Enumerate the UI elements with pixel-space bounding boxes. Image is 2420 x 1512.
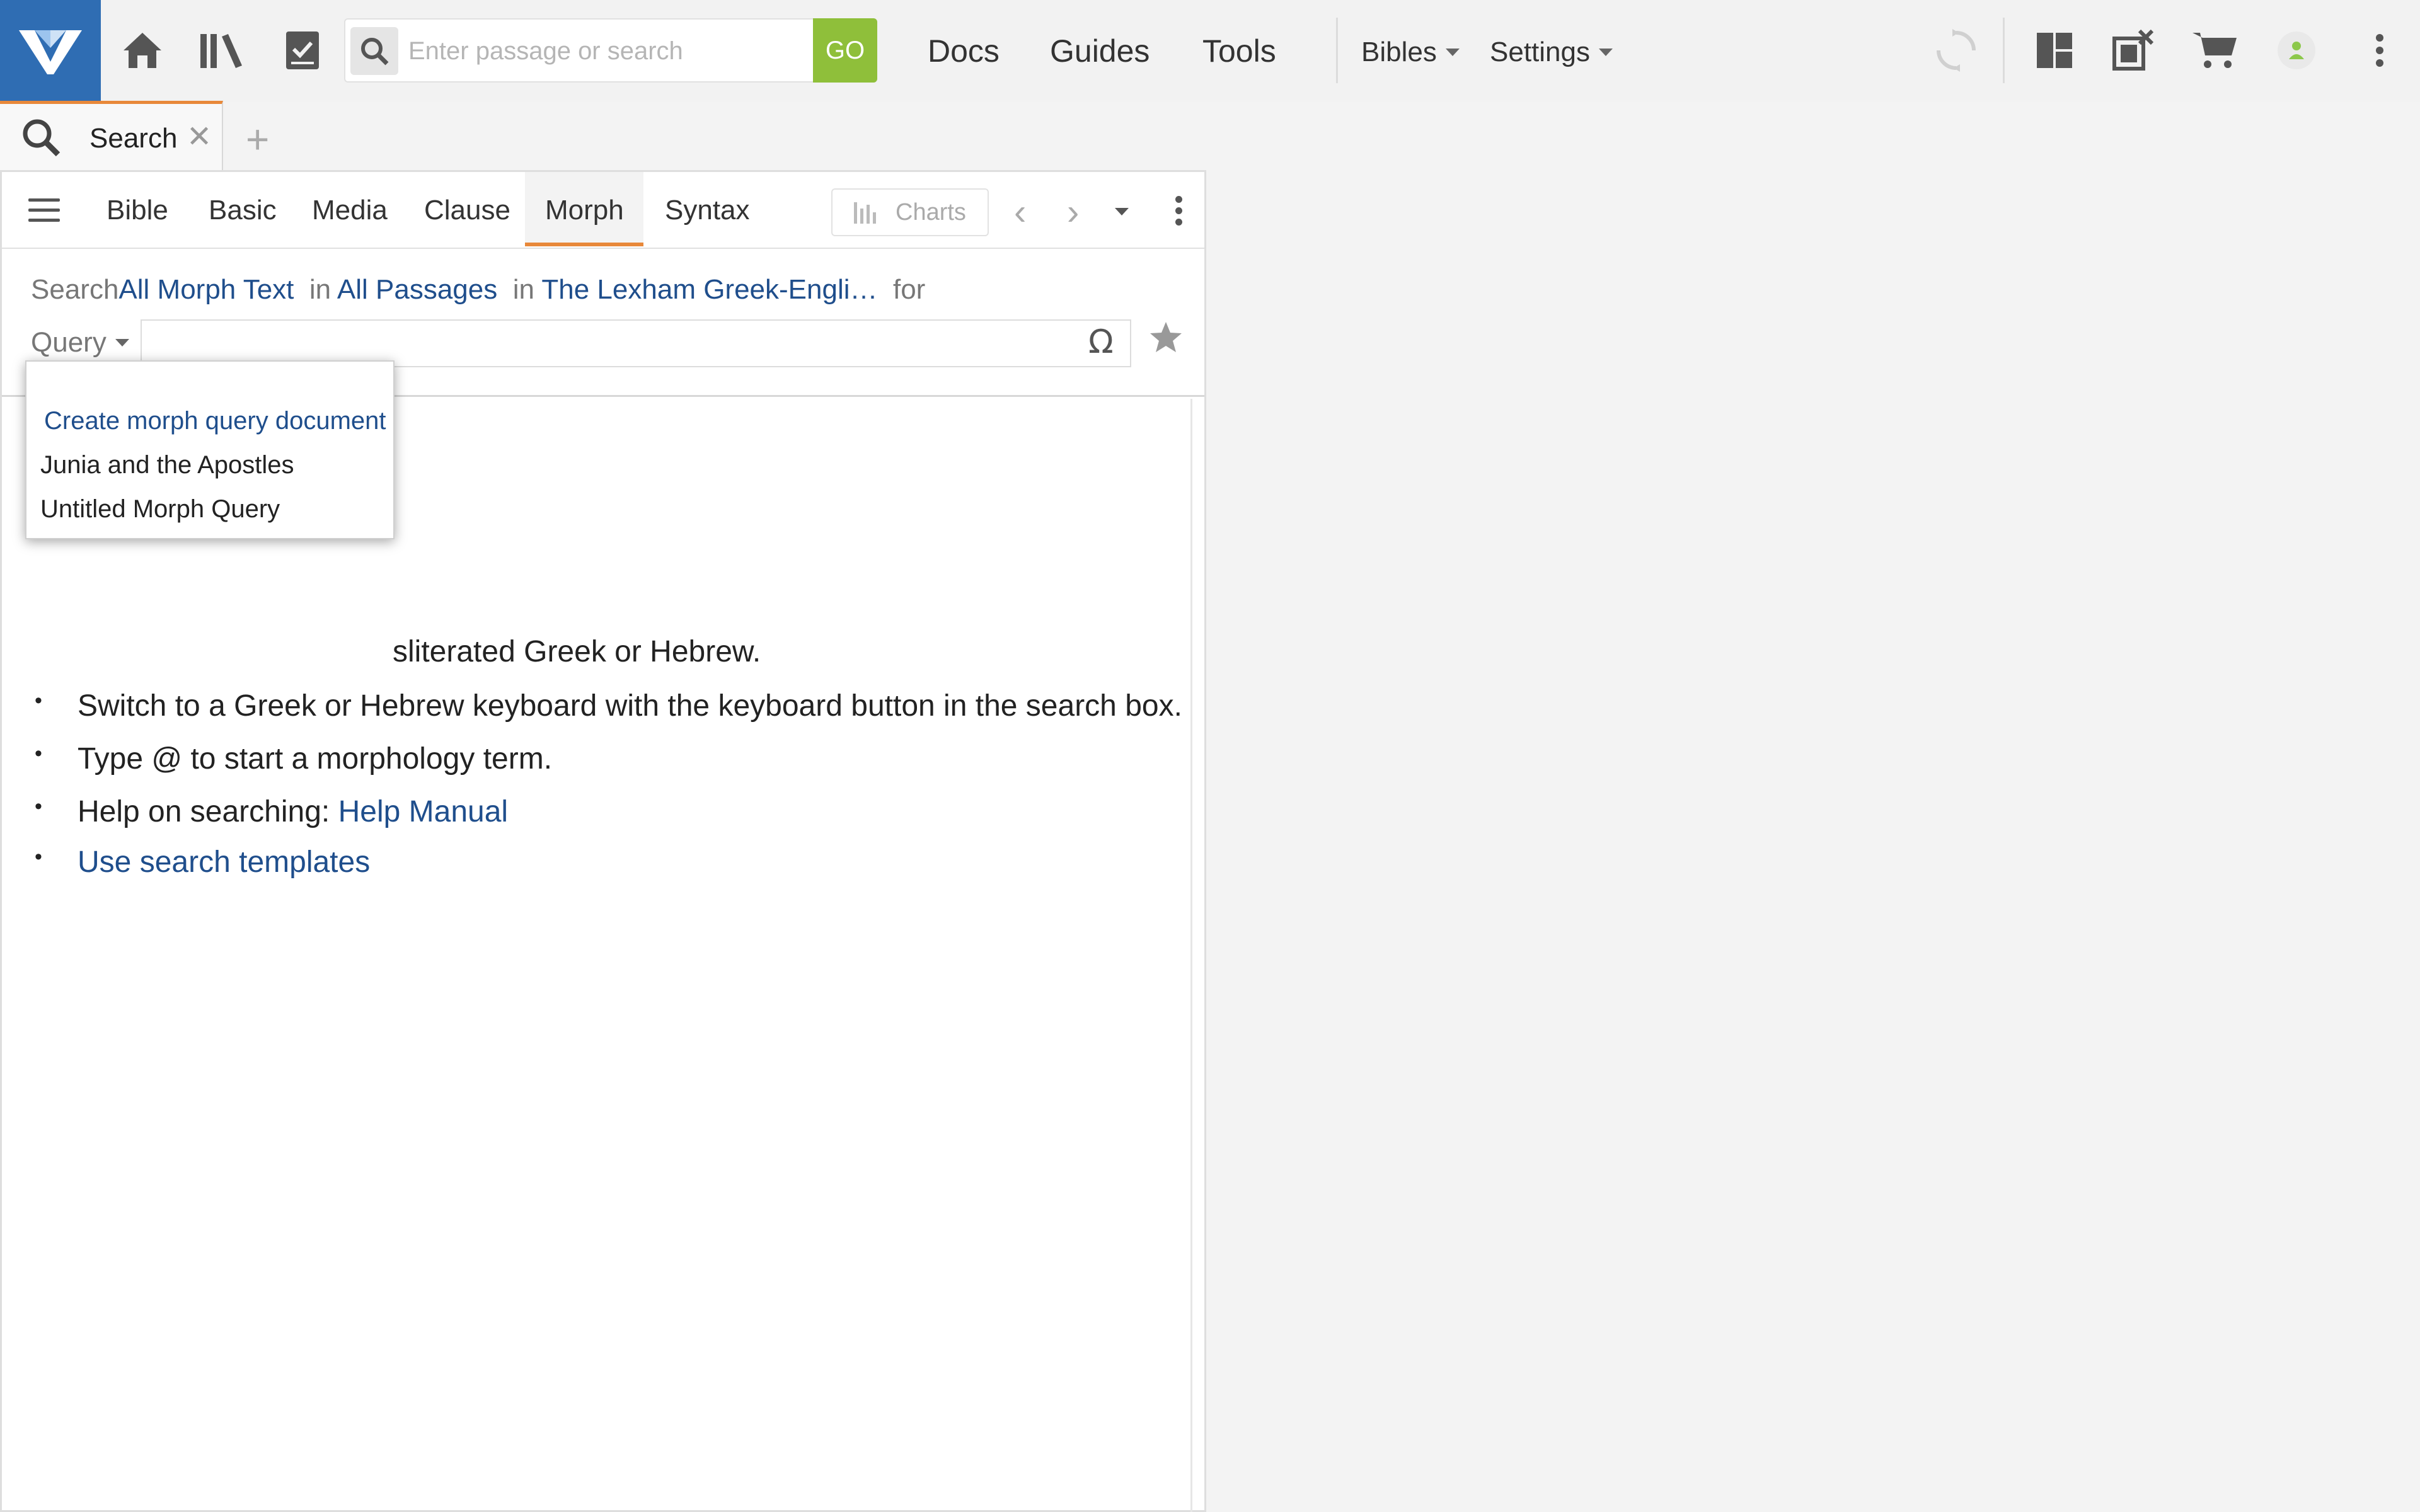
logo-icon — [19, 30, 82, 74]
help-manual-link[interactable]: Help Manual — [338, 795, 508, 828]
active-tab-indicator — [525, 243, 643, 246]
chevron-down-icon — [1445, 49, 1460, 56]
menu-icon[interactable] — [28, 198, 60, 229]
add-tab-button[interactable]: + — [246, 116, 269, 163]
passage-search-box: GO — [344, 18, 877, 83]
bullet: • — [35, 689, 42, 713]
logos-logo[interactable] — [0, 0, 101, 102]
resource-link[interactable]: The Lexham Greek-Engli… — [541, 274, 877, 305]
query-menu[interactable]: Query — [31, 327, 129, 358]
tip-text: Switch to a Greek or Hebrew keyboard wit… — [78, 689, 1182, 723]
bar-chart-icon — [854, 202, 876, 224]
more-icon[interactable] — [2354, 25, 2405, 76]
back-arrow-icon[interactable]: ‹ — [1014, 191, 1026, 233]
nav-guides[interactable]: Guides — [1050, 33, 1150, 69]
query-dropdown: Create morph query document Junia and th… — [25, 360, 395, 539]
search-scope-line: SearchAll Morph Text in All Passages in … — [31, 274, 925, 306]
passages-link[interactable]: All Passages — [337, 274, 497, 305]
passage-search-input[interactable] — [408, 27, 774, 75]
bullet: • — [35, 742, 42, 765]
panel-menu-icon[interactable] — [1175, 196, 1183, 230]
for-label: for — [892, 274, 926, 305]
tab-clause[interactable]: Clause — [424, 195, 510, 226]
search-templates-link[interactable]: Use search templates — [78, 845, 370, 879]
tab-label: Search — [89, 123, 178, 154]
sync-icon[interactable] — [1931, 25, 1981, 76]
bullet: • — [35, 845, 42, 869]
close-panels-icon[interactable] — [2109, 25, 2159, 76]
toolbar-divider — [2003, 18, 2005, 83]
checklist-icon[interactable] — [277, 25, 328, 76]
star-icon[interactable] — [1149, 321, 1183, 357]
search-icon — [20, 117, 62, 161]
tab-syntax[interactable]: Syntax — [665, 195, 750, 226]
forward-arrow-icon[interactable]: › — [1067, 191, 1079, 233]
chevron-down-icon — [1598, 49, 1613, 56]
bibles-label: Bibles — [1361, 37, 1437, 67]
saved-query-item[interactable]: Untitled Morph Query — [40, 495, 280, 524]
tip-text: sliterated Greek or Hebrew. — [393, 635, 761, 668]
settings-label: Settings — [1490, 37, 1590, 67]
charts-button[interactable]: Charts — [831, 188, 989, 236]
nav-docs[interactable]: Docs — [928, 33, 1000, 69]
chevron-down-icon[interactable] — [1115, 207, 1129, 219]
tip-text: Help on searching: Help Manual — [78, 794, 508, 829]
chevron-down-icon — [115, 339, 129, 346]
charts-label: Charts — [896, 198, 966, 226]
panel-toolbar: Bible Basic Media Clause Morph Syntax Ch… — [2, 172, 1204, 249]
home-icon[interactable] — [117, 25, 168, 76]
cart-icon[interactable] — [2189, 25, 2240, 76]
in-label: in — [512, 274, 534, 305]
toolbar-divider — [1336, 18, 1338, 83]
tab-morph[interactable]: Morph — [545, 195, 624, 226]
account-icon[interactable] — [2271, 25, 2322, 76]
tip-prefix: Help on searching: — [78, 795, 338, 828]
nav-tools[interactable]: Tools — [1202, 33, 1276, 69]
scrollbar[interactable] — [1190, 399, 1192, 1512]
create-query-document-item[interactable]: Create morph query document — [44, 407, 386, 435]
saved-query-item[interactable]: Junia and the Apostles — [40, 451, 294, 479]
layouts-icon[interactable] — [2029, 25, 2080, 76]
tip-text: Type @ to start a morphology term. — [78, 742, 553, 776]
close-icon[interactable]: ✕ — [187, 119, 212, 154]
tab-bible[interactable]: Bible — [107, 195, 168, 226]
tab-basic[interactable]: Basic — [209, 195, 277, 226]
tab-search[interactable]: Search ✕ — [0, 101, 223, 171]
top-toolbar: GO Docs Guides Tools Bibles Settings — [0, 0, 2420, 102]
in-label: in — [309, 274, 331, 305]
bullet: • — [35, 794, 42, 818]
settings-menu[interactable]: Settings — [1490, 37, 1613, 68]
library-icon[interactable] — [197, 25, 247, 76]
query-label: Query — [31, 327, 107, 358]
greek-keyboard-button[interactable]: Ω — [1088, 323, 1114, 361]
bibles-menu[interactable]: Bibles — [1361, 37, 1460, 68]
tab-media[interactable]: Media — [312, 195, 388, 226]
go-button[interactable]: GO — [813, 18, 877, 83]
search-target-link[interactable]: All Morph Text — [118, 274, 294, 305]
search-prefix: Search — [31, 274, 119, 305]
search-icon[interactable] — [350, 27, 398, 75]
